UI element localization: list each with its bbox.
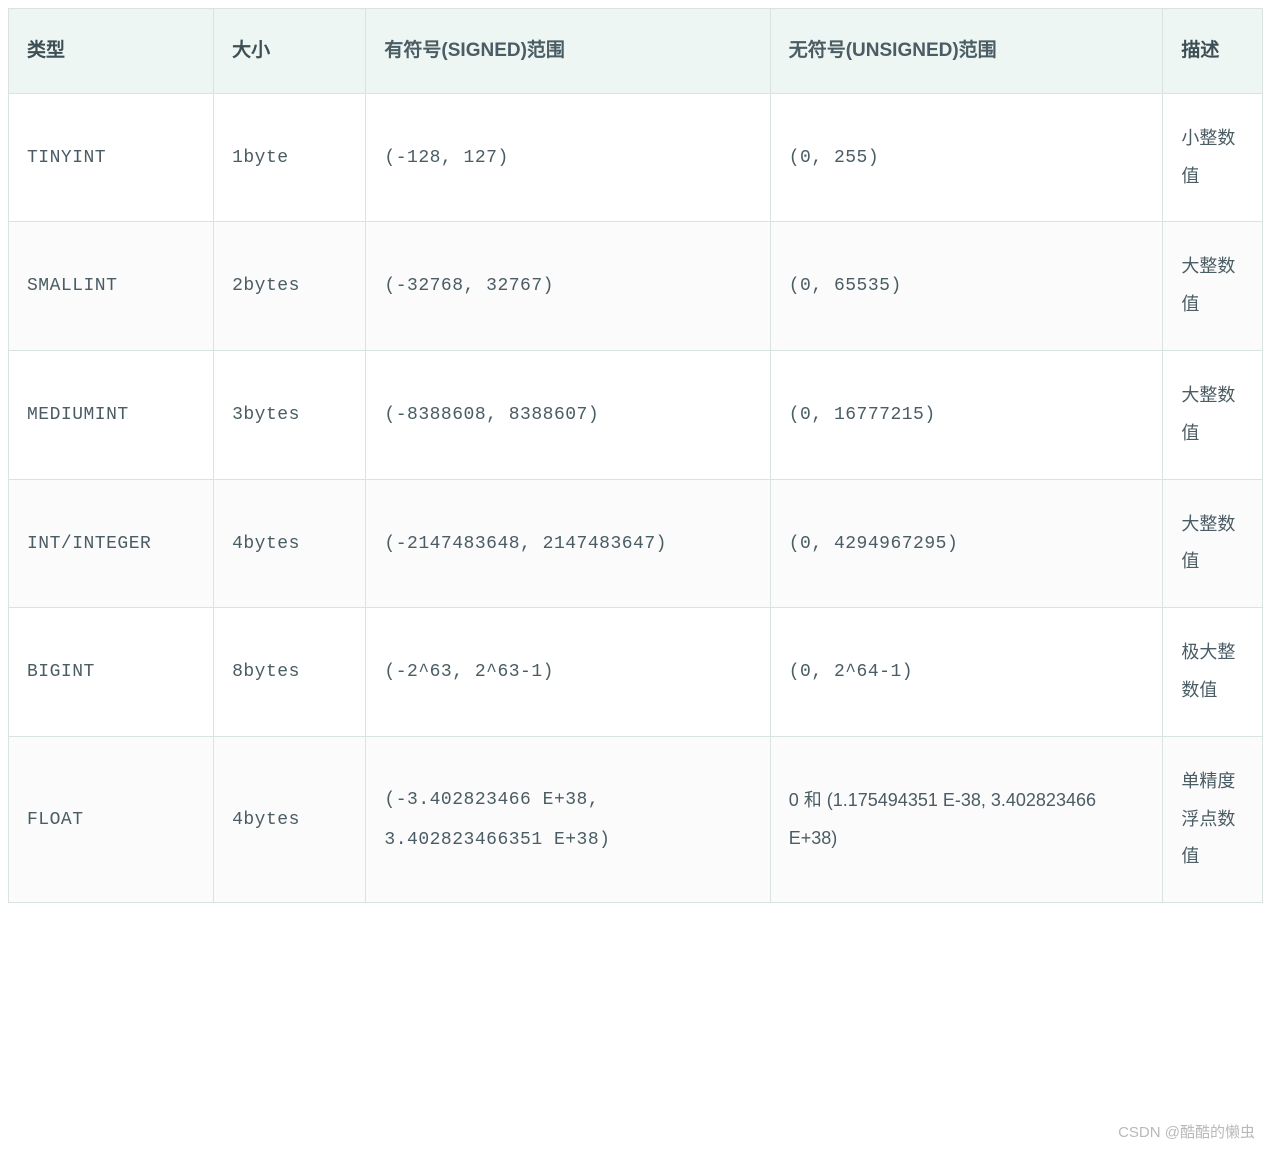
col-unsigned: 无符号(UNSIGNED)范围 xyxy=(770,9,1163,94)
cell-value: (-2147483648, 2147483647) xyxy=(384,534,667,554)
cell-desc: 小整数值 xyxy=(1163,93,1263,222)
col-size: 大小 xyxy=(214,9,366,94)
cell-value: 大整数值 xyxy=(1181,256,1235,314)
cell-value: 4bytes xyxy=(232,810,300,830)
cell-value: 小整数值 xyxy=(1181,128,1235,186)
cell-signed: (-32768, 32767) xyxy=(366,222,770,351)
cell-size: 4bytes xyxy=(214,479,366,608)
header-label: 描述 xyxy=(1181,40,1219,61)
cell-value: (-8388608, 8388607) xyxy=(384,405,599,425)
cell-value: 极大整数值 xyxy=(1181,642,1235,700)
cell-value: MEDIUMINT xyxy=(27,405,129,425)
col-desc: 描述 xyxy=(1163,9,1263,94)
cell-value: (-3.402823466 E+38, 3.402823466351 E+38) xyxy=(384,790,610,850)
cell-value: (0, 65535) xyxy=(789,276,902,296)
cell-signed: (-2^63, 2^63-1) xyxy=(366,608,770,737)
cell-type: FLOAT xyxy=(9,736,214,902)
cell-signed: (-8388608, 8388607) xyxy=(366,351,770,480)
cell-desc: 大整数值 xyxy=(1163,351,1263,480)
cell-value: (-32768, 32767) xyxy=(384,276,554,296)
cell-value: (0, 4294967295) xyxy=(789,534,959,554)
cell-unsigned: (0, 16777215) xyxy=(770,351,1163,480)
cell-value: 2bytes xyxy=(232,276,300,296)
datatype-table: 类型 大小 有符号(SIGNED)范围 无符号(UNSIGNED)范围 描述 T… xyxy=(8,8,1263,903)
cell-desc: 单精度浮点数值 xyxy=(1163,736,1263,902)
watermark-text: CSDN @酷酷的懒虫 xyxy=(1118,1124,1255,1141)
table-row: TINYINT 1byte (-128, 127) (0, 255) 小整数值 xyxy=(9,93,1263,222)
cell-value: 1byte xyxy=(232,148,289,168)
cell-value: 8bytes xyxy=(232,662,300,682)
cell-value: BIGINT xyxy=(27,662,95,682)
cell-value: 大整数值 xyxy=(1181,385,1235,443)
cell-signed: (-3.402823466 E+38, 3.402823466351 E+38) xyxy=(366,736,770,902)
header-label: 类型 xyxy=(27,40,65,61)
cell-size: 1byte xyxy=(214,93,366,222)
cell-value: SMALLINT xyxy=(27,276,117,296)
table-row: FLOAT 4bytes (-3.402823466 E+38, 3.40282… xyxy=(9,736,1263,902)
cell-type: BIGINT xyxy=(9,608,214,737)
cell-value: 3bytes xyxy=(232,405,300,425)
cell-size: 8bytes xyxy=(214,608,366,737)
table-header-row: 类型 大小 有符号(SIGNED)范围 无符号(UNSIGNED)范围 描述 xyxy=(9,9,1263,94)
col-type: 类型 xyxy=(9,9,214,94)
cell-signed: (-2147483648, 2147483647) xyxy=(366,479,770,608)
cell-type: MEDIUMINT xyxy=(9,351,214,480)
cell-value: (0, 16777215) xyxy=(789,405,936,425)
cell-type: INT/INTEGER xyxy=(9,479,214,608)
table-row: BIGINT 8bytes (-2^63, 2^63-1) (0, 2^64-1… xyxy=(9,608,1263,737)
cell-unsigned: (0, 65535) xyxy=(770,222,1163,351)
cell-desc: 大整数值 xyxy=(1163,222,1263,351)
cell-type: SMALLINT xyxy=(9,222,214,351)
cell-unsigned: 0 和 (1.175494351 E-38, 3.402823466 E+38) xyxy=(770,736,1163,902)
cell-value: (-2^63, 2^63-1) xyxy=(384,662,554,682)
col-signed: 有符号(SIGNED)范围 xyxy=(366,9,770,94)
header-label: 有符号(SIGNED)范围 xyxy=(384,40,565,61)
cell-value: TINYINT xyxy=(27,148,106,168)
cell-unsigned: (0, 4294967295) xyxy=(770,479,1163,608)
cell-desc: 极大整数值 xyxy=(1163,608,1263,737)
cell-value: (-128, 127) xyxy=(384,148,508,168)
header-label: 大小 xyxy=(232,40,270,61)
cell-value: (0, 2^64-1) xyxy=(789,662,913,682)
watermark: CSDN @酷酷的懒虫 xyxy=(1118,1121,1255,1142)
cell-type: TINYINT xyxy=(9,93,214,222)
cell-unsigned: (0, 255) xyxy=(770,93,1163,222)
table-row: MEDIUMINT 3bytes (-8388608, 8388607) (0,… xyxy=(9,351,1263,480)
cell-value: (0, 255) xyxy=(789,148,879,168)
table-row: INT/INTEGER 4bytes (-2147483648, 2147483… xyxy=(9,479,1263,608)
cell-value: FLOAT xyxy=(27,810,84,830)
table-row: SMALLINT 2bytes (-32768, 32767) (0, 6553… xyxy=(9,222,1263,351)
header-label: 无符号(UNSIGNED)范围 xyxy=(789,40,997,61)
cell-desc: 大整数值 xyxy=(1163,479,1263,608)
cell-size: 4bytes xyxy=(214,736,366,902)
cell-unsigned: (0, 2^64-1) xyxy=(770,608,1163,737)
cell-value: 单精度浮点数值 xyxy=(1181,771,1235,867)
cell-signed: (-128, 127) xyxy=(366,93,770,222)
cell-value: 0 和 (1.175494351 E-38, 3.402823466 E+38) xyxy=(789,790,1096,848)
cell-size: 2bytes xyxy=(214,222,366,351)
cell-size: 3bytes xyxy=(214,351,366,480)
cell-value: 4bytes xyxy=(232,534,300,554)
cell-value: INT/INTEGER xyxy=(27,534,151,554)
cell-value: 大整数值 xyxy=(1181,514,1235,572)
